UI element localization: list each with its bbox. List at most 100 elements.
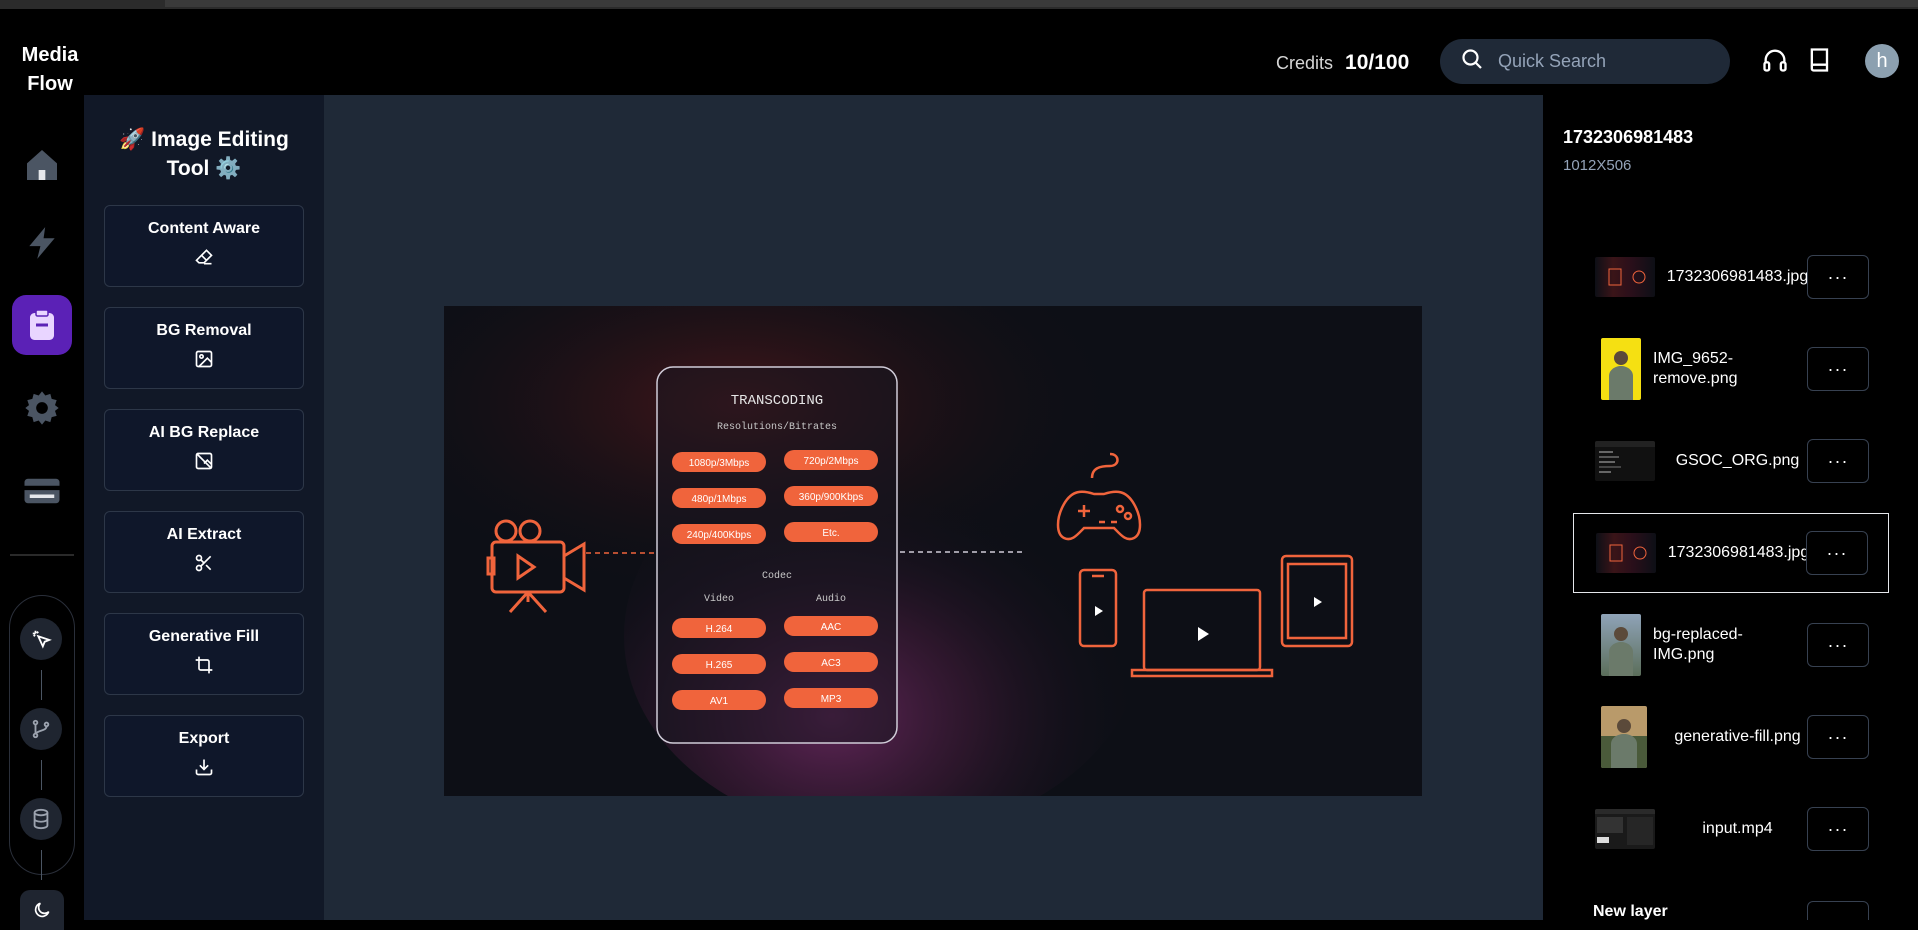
- layer-name: IMG_9652-remove.png: [1653, 350, 1738, 387]
- video-label: Video: [704, 593, 734, 605]
- tool-label: Generative Fill: [148, 628, 260, 645]
- audio-label: Audio: [816, 593, 846, 605]
- codec-pill: H.265: [706, 660, 733, 671]
- browser-scroll-bar: [165, 0, 1918, 7]
- book-icon[interactable]: [1805, 45, 1835, 75]
- image-editing-tool-panel: 🚀 Image Editing Tool ⚙️ Content Aware BG…: [84, 95, 324, 920]
- layer-item[interactable]: IMG_9652-remove.png ···: [1573, 329, 1889, 409]
- layer-name: New layer: [1593, 903, 1668, 920]
- home-icon[interactable]: [12, 135, 72, 195]
- scissors-icon: [194, 553, 214, 578]
- tool-connector: [41, 850, 42, 880]
- image-icon: [194, 349, 214, 374]
- search-icon: [1460, 47, 1484, 76]
- avatar[interactable]: h: [1865, 44, 1899, 78]
- generative-fill-button[interactable]: Generative Fill: [104, 613, 304, 695]
- brand-logo[interactable]: Media Flow: [10, 41, 90, 99]
- database-icon[interactable]: [20, 798, 62, 840]
- layer-item[interactable]: input.mp4 ···: [1573, 789, 1889, 869]
- bitrate-pill: Etc.: [822, 528, 839, 539]
- moon-icon[interactable]: [20, 890, 64, 930]
- layer-name: 1732306981483.jpg: [1667, 544, 1810, 561]
- ai-bg-replace-button[interactable]: AI BG Replace: [104, 409, 304, 491]
- layer-name: input.mp4: [1702, 820, 1773, 837]
- brand-line-1: Media: [21, 44, 79, 66]
- codec-pill: AC3: [821, 658, 841, 669]
- tool-label: AI BG Replace: [148, 424, 260, 441]
- panel-title: 🚀 Image Editing Tool ⚙️: [94, 125, 314, 183]
- layer-name: generative-fill.png: [1674, 728, 1801, 745]
- layer-more-button[interactable]: ···: [1806, 531, 1868, 575]
- credits-display: Credits 10/100: [1276, 51, 1409, 75]
- tool-connector: [41, 670, 42, 700]
- layer-item[interactable]: 1732306981483.jpg ···: [1573, 237, 1889, 317]
- layer-name: GSOC_ORG.png: [1675, 452, 1800, 469]
- codec-pill: MP3: [821, 694, 842, 705]
- codec-pill: AV1: [710, 696, 729, 707]
- panel-title-line-2: Tool ⚙️: [166, 157, 242, 180]
- layer-item[interactable]: New layer ···: [1573, 881, 1889, 920]
- image-heading: TRANSCODING: [731, 393, 823, 409]
- layer-more-button[interactable]: ···: [1807, 807, 1869, 851]
- lightning-icon[interactable]: [12, 213, 72, 273]
- codec-pill: H.264: [706, 624, 733, 635]
- tool-connector: [41, 760, 42, 790]
- file-dimensions: 1012X506: [1563, 157, 1632, 174]
- codec-pill: AAC: [821, 622, 842, 633]
- layer-thumbnail: [1595, 257, 1655, 297]
- layer-name: 1732306981483.jpg: [1666, 268, 1809, 285]
- layer-thumbnail: [1601, 338, 1641, 400]
- layer-thumbnail: [1596, 533, 1656, 573]
- panel-title-line-1: 🚀 Image Editing: [119, 128, 289, 151]
- search-input[interactable]: [1498, 51, 1708, 72]
- export-button[interactable]: Export: [104, 715, 304, 797]
- layer-item[interactable]: bg-replaced-IMG.png ···: [1573, 605, 1889, 685]
- bitrate-pill: 720p/2Mbps: [803, 456, 858, 467]
- nav-rail: [0, 95, 84, 930]
- select-cursor-icon[interactable]: [20, 618, 62, 660]
- canvas-image[interactable]: TRANSCODING Resolutions/Bitrates 1080p/3…: [444, 306, 1422, 796]
- layer-more-button[interactable]: ···: [1807, 439, 1869, 483]
- layer-item-selected[interactable]: 1732306981483.jpg ···: [1573, 513, 1889, 593]
- bitrate-pill: 480p/1Mbps: [691, 494, 746, 505]
- gear-icon[interactable]: [12, 378, 72, 438]
- bitrate-pill: 360p/900Kbps: [799, 492, 864, 503]
- tool-label: Content Aware: [147, 220, 260, 237]
- app-header: Media Flow Credits 10/100 h: [0, 9, 1918, 95]
- codec-label: Codec: [762, 570, 792, 582]
- eraser-icon: [194, 247, 214, 272]
- credit-card-icon[interactable]: [12, 461, 72, 521]
- layer-item[interactable]: generative-fill.png ···: [1573, 697, 1889, 777]
- content-aware-button[interactable]: Content Aware: [104, 205, 304, 287]
- layer-item[interactable]: GSOC_ORG.png ···: [1573, 421, 1889, 501]
- credits-value: 10/100: [1345, 51, 1410, 74]
- editor-canvas[interactable]: TRANSCODING Resolutions/Bitrates 1080p/3…: [324, 95, 1542, 920]
- layer-more-button[interactable]: ···: [1807, 347, 1869, 391]
- layer-more-button[interactable]: ···: [1807, 255, 1869, 299]
- crop-icon: [194, 655, 214, 680]
- image-off-icon: [194, 451, 214, 476]
- layer-thumbnail: [1601, 614, 1641, 676]
- credits-label: Credits: [1276, 53, 1334, 73]
- bitrate-pill: 240p/400Kbps: [687, 530, 752, 541]
- layer-thumbnail: [1601, 706, 1647, 768]
- branch-icon[interactable]: [20, 708, 62, 750]
- layer-name: bg-replaced-IMG.png: [1653, 626, 1743, 663]
- bg-removal-button[interactable]: BG Removal: [104, 307, 304, 389]
- tool-label: BG Removal: [156, 322, 252, 339]
- download-icon: [194, 757, 214, 782]
- layer-more-button[interactable]: ···: [1807, 623, 1869, 667]
- tool-label: Export: [178, 730, 230, 747]
- ai-extract-button[interactable]: AI Extract: [104, 511, 304, 593]
- clipboard-icon[interactable]: [12, 295, 72, 355]
- image-subheading: Resolutions/Bitrates: [717, 421, 837, 433]
- layer-more-button[interactable]: ···: [1807, 715, 1869, 759]
- bitrate-pill: 1080p/3Mbps: [689, 458, 750, 469]
- rail-divider: [10, 554, 74, 556]
- layer-more-button[interactable]: ···: [1807, 901, 1869, 920]
- file-name: 1732306981483: [1563, 127, 1694, 147]
- quick-search[interactable]: [1440, 39, 1730, 84]
- tool-label: AI Extract: [166, 526, 242, 543]
- layer-thumbnail: [1595, 809, 1655, 849]
- headphones-icon[interactable]: [1760, 45, 1790, 75]
